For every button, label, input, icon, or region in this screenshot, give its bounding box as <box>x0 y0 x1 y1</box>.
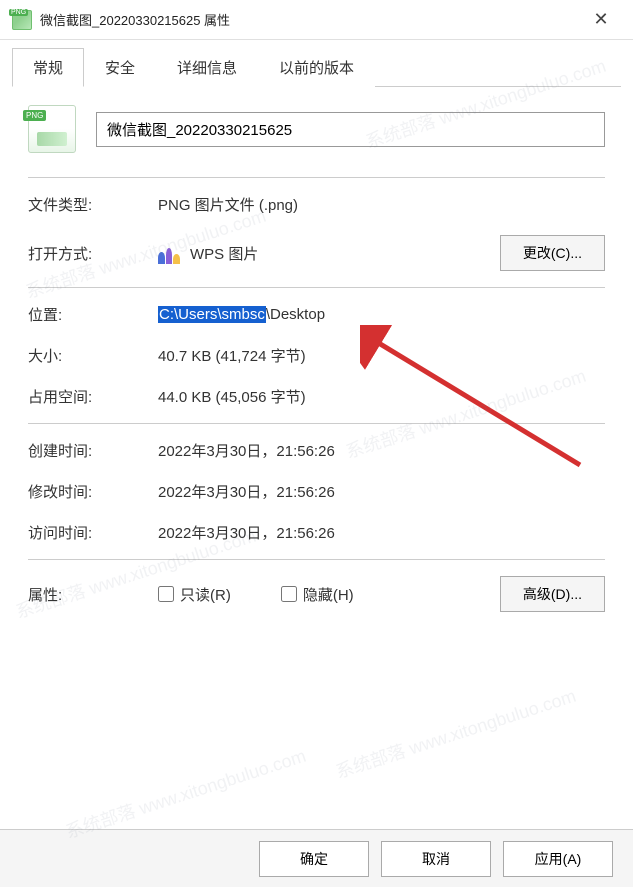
titlebar: 微信截图_20220330215625 属性 ✕ <box>0 0 633 40</box>
modified-label: 修改时间: <box>28 481 158 502</box>
location-value[interactable]: C:\Users\smbsc\Desktop <box>158 306 605 323</box>
readonly-label: 只读(R) <box>180 584 231 605</box>
size-value: 40.7 KB (41,724 字节) <box>158 345 605 366</box>
wps-app-icon <box>158 242 180 264</box>
watermark: 系统部落 www.xitongbuluo.com <box>332 682 579 784</box>
filetype-value: PNG 图片文件 (.png) <box>158 194 605 215</box>
created-label: 创建时间: <box>28 440 158 461</box>
sizeondisk-label: 占用空间: <box>28 386 158 407</box>
location-selected-text: C:\Users\smbsc <box>158 306 266 323</box>
divider <box>28 559 605 560</box>
png-file-icon-large <box>28 105 76 153</box>
window-title: 微信截图_20220330215625 属性 <box>40 10 581 29</box>
advanced-button[interactable]: 高级(D)... <box>500 576 605 612</box>
divider <box>28 177 605 178</box>
sizeondisk-value: 44.0 KB (45,056 字节) <box>158 386 605 407</box>
filetype-label: 文件类型: <box>28 194 158 215</box>
divider <box>28 287 605 288</box>
accessed-value: 2022年3月30日，21:56:26 <box>158 522 605 543</box>
ok-button[interactable]: 确定 <box>259 841 369 877</box>
change-button[interactable]: 更改(C)... <box>500 235 605 271</box>
openwith-label: 打开方式: <box>28 243 158 264</box>
apply-button[interactable]: 应用(A) <box>503 841 613 877</box>
location-label: 位置: <box>28 304 158 325</box>
hidden-checkbox[interactable] <box>281 586 297 602</box>
dialog-button-bar: 确定 取消 应用(A) <box>0 829 633 887</box>
tab-general[interactable]: 常规 <box>12 48 84 87</box>
cancel-button[interactable]: 取消 <box>381 841 491 877</box>
properties-panel: 文件类型: PNG 图片文件 (.png) 打开方式: WPS 图片 更改(C)… <box>0 87 633 640</box>
png-file-icon <box>12 10 32 30</box>
location-rest-text: \Desktop <box>266 306 325 323</box>
openwith-value: WPS 图片 <box>190 243 258 264</box>
filename-input[interactable] <box>96 112 605 147</box>
modified-value: 2022年3月30日，21:56:26 <box>158 481 605 502</box>
tab-details[interactable]: 详细信息 <box>156 48 258 87</box>
hidden-label: 隐藏(H) <box>303 584 354 605</box>
tab-strip: 常规 安全 详细信息 以前的版本 <box>0 40 633 87</box>
accessed-label: 访问时间: <box>28 522 158 543</box>
attributes-label: 属性: <box>28 584 158 605</box>
tab-security[interactable]: 安全 <box>84 48 156 87</box>
readonly-checkbox[interactable] <box>158 586 174 602</box>
close-button[interactable]: ✕ <box>581 5 621 35</box>
hidden-checkbox-wrap[interactable]: 隐藏(H) <box>281 584 354 605</box>
size-label: 大小: <box>28 345 158 366</box>
created-value: 2022年3月30日，21:56:26 <box>158 440 605 461</box>
divider <box>28 423 605 424</box>
readonly-checkbox-wrap[interactable]: 只读(R) <box>158 584 231 605</box>
tab-previous-versions[interactable]: 以前的版本 <box>258 48 375 87</box>
